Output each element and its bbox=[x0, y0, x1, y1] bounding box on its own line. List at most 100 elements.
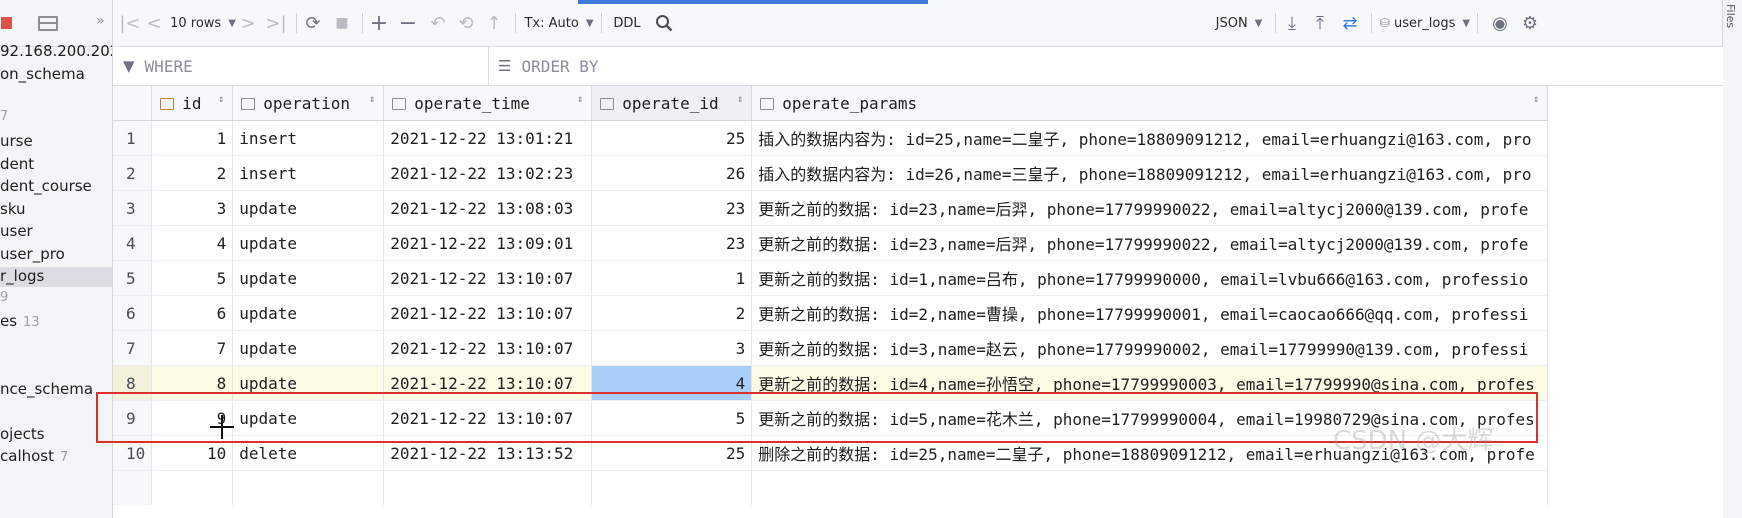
tree-item[interactable]: calhost 7 bbox=[0, 447, 68, 467]
chevrons-right-icon[interactable]: » bbox=[96, 13, 105, 29]
cell-operate-time[interactable]: 2021-12-22 13:01:21 bbox=[383, 120, 593, 156]
files-tab[interactable]: Files bbox=[1724, 4, 1737, 28]
download-icon[interactable]: ⤓ bbox=[1277, 0, 1307, 46]
table-row[interactable]: 1 1 insert 2021-12-22 13:01:21 25 插入的数据内容为: i… bbox=[113, 120, 1549, 156]
sort-icon[interactable]: ⇕ bbox=[577, 94, 583, 105]
row-number-cell[interactable]: 1 bbox=[113, 120, 153, 156]
cell-id[interactable]: 3 bbox=[151, 190, 234, 226]
last-page-icon[interactable]: >| bbox=[259, 0, 293, 46]
tree-item[interactable]: 9 bbox=[0, 290, 8, 310]
cell-operation[interactable]: delete bbox=[232, 435, 385, 471]
column-header-operate-params[interactable]: operate_params ⇕ bbox=[751, 86, 1549, 121]
cell-operate-time[interactable]: 2021-12-22 13:10:07 bbox=[383, 260, 593, 296]
table-row[interactable]: 5 5 update 2021-12-22 13:10:07 1 更新之前的数据: id=… bbox=[113, 260, 1549, 296]
row-number-cell[interactable]: 6 bbox=[113, 295, 153, 331]
view-icon[interactable]: ◉ bbox=[1485, 0, 1515, 46]
cell-operation[interactable]: insert bbox=[232, 155, 385, 191]
submit-icon[interactable]: ↑ bbox=[477, 0, 511, 46]
cell-operation[interactable]: update bbox=[232, 225, 385, 261]
where-filter[interactable]: ▼ WHERE bbox=[123, 47, 193, 85]
cell-id[interactable]: 2 bbox=[151, 155, 234, 191]
cell-operate-params[interactable]: 更新之前的数据: id=1,name=吕布, phone=17799990000… bbox=[751, 260, 1549, 296]
tree-item[interactable]: sku bbox=[0, 200, 26, 220]
row-number-cell[interactable]: 7 bbox=[113, 330, 153, 366]
cell-operate-params[interactable]: 更新之前的数据: id=3,name=赵云, phone=17799990002… bbox=[751, 330, 1549, 366]
cell-operate-time[interactable]: 2021-12-22 13:13:52 bbox=[383, 435, 593, 471]
tree-item[interactable]: ojects bbox=[0, 425, 45, 445]
cell-operate-time[interactable]: 2021-12-22 13:08:03 bbox=[383, 190, 593, 226]
table-view-icon[interactable] bbox=[38, 16, 58, 31]
row-number-cell[interactable]: 4 bbox=[113, 225, 153, 261]
row-number-cell[interactable]: 2 bbox=[113, 155, 153, 191]
row-number-cell[interactable]: 8 bbox=[113, 365, 153, 401]
table-row[interactable]: 8 8 update 2021-12-22 13:10:07 4 更新之前的数据: id=… bbox=[113, 365, 1549, 401]
cell-operate-id[interactable]: 25 bbox=[591, 120, 753, 156]
cell-operate-time[interactable]: 2021-12-22 13:10:07 bbox=[383, 330, 593, 366]
column-header-operate-id[interactable]: operate_id ⇕ bbox=[591, 86, 753, 121]
column-header-id[interactable]: id ⇕ bbox=[151, 86, 234, 121]
cell-operate-time[interactable]: 2021-12-22 13:02:23 bbox=[383, 155, 593, 191]
cell-operate-time[interactable]: 2021-12-22 13:10:07 bbox=[383, 365, 593, 401]
cell-operate-id[interactable]: 3 bbox=[591, 330, 753, 366]
cell-id[interactable]: 1 bbox=[151, 120, 234, 156]
row-number-cell[interactable]: 9 bbox=[113, 400, 153, 436]
table-row[interactable]: 2 2 insert 2021-12-22 13:02:23 26 插入的数据内容为: i… bbox=[113, 155, 1549, 191]
cell-operate-params[interactable]: 插入的数据内容为: id=26,name=三皇子, phone=18809091… bbox=[751, 155, 1549, 191]
stop-icon[interactable] bbox=[1, 17, 12, 29]
cell-id[interactable]: 10 bbox=[151, 435, 234, 471]
cell-operate-time[interactable]: 2021-12-22 13:10:07 bbox=[383, 400, 593, 436]
cell-operate-params[interactable]: 更新之前的数据: id=4,name=孙悟空, phone=1779999000… bbox=[751, 365, 1549, 401]
cell-operate-params[interactable]: 更新之前的数据: id=2,name=曹操, phone=17799990001… bbox=[751, 295, 1549, 331]
cell-operate-time[interactable]: 2021-12-22 13:09:01 bbox=[383, 225, 593, 261]
sort-icon[interactable]: ⇕ bbox=[369, 94, 375, 105]
cell-id[interactable]: 4 bbox=[151, 225, 234, 261]
table-selector-dropdown[interactable]: ⛁ user_logs ▼ bbox=[1379, 0, 1471, 46]
cell-operate-id[interactable]: 26 bbox=[591, 155, 753, 191]
cell-operate-time[interactable]: 2021-12-22 13:10:07 bbox=[383, 295, 593, 331]
sort-icon[interactable]: ⇕ bbox=[218, 94, 224, 105]
cell-id[interactable]: 5 bbox=[151, 260, 234, 296]
tree-item[interactable]: user bbox=[0, 222, 33, 242]
column-header-operation[interactable]: operation ⇕ bbox=[232, 86, 385, 121]
cell-operate-id[interactable]: 2 bbox=[591, 295, 753, 331]
table-row[interactable]: 4 4 update 2021-12-22 13:09:01 23 更新之前的数据: id… bbox=[113, 225, 1549, 261]
cell-operate-id[interactable]: 4 bbox=[591, 365, 753, 401]
upload-icon[interactable]: ⤒ bbox=[1305, 0, 1335, 46]
cell-operation[interactable]: insert bbox=[232, 120, 385, 156]
table-row[interactable]: 6 6 update 2021-12-22 13:10:07 2 更新之前的数据: id=… bbox=[113, 295, 1549, 331]
tree-item[interactable]: urse bbox=[0, 132, 33, 152]
cell-id[interactable]: 8 bbox=[151, 365, 234, 401]
cell-operate-params[interactable]: 插入的数据内容为: id=25,name=二皇子, phone=18809091… bbox=[751, 120, 1549, 156]
row-number-cell[interactable]: 5 bbox=[113, 260, 153, 296]
ddl-button[interactable]: DDL bbox=[611, 0, 643, 46]
stop-query-icon[interactable]: ■ bbox=[325, 0, 359, 46]
tree-item[interactable]: 92.168.200.202 bbox=[0, 42, 112, 62]
order-by-filter[interactable]: ☰ ORDER BY bbox=[498, 47, 599, 85]
output-format-dropdown[interactable]: JSON ▼ bbox=[1210, 0, 1268, 46]
cell-operate-id[interactable]: 1 bbox=[591, 260, 753, 296]
row-number-cell[interactable]: 3 bbox=[113, 190, 153, 226]
tree-item[interactable]: es 13 bbox=[0, 312, 40, 332]
tree-item[interactable]: nce_schema bbox=[0, 380, 93, 400]
tree-item[interactable]: user_pro bbox=[0, 245, 65, 265]
compare-icon[interactable]: ⇄ bbox=[1335, 0, 1365, 46]
cell-id[interactable]: 6 bbox=[151, 295, 234, 331]
cell-operate-id[interactable]: 23 bbox=[591, 225, 753, 261]
cell-operate-id[interactable]: 5 bbox=[591, 400, 753, 436]
search-icon[interactable] bbox=[649, 0, 679, 46]
cell-operation[interactable]: update bbox=[232, 190, 385, 226]
tree-item[interactable]: r_logs bbox=[0, 267, 112, 287]
gear-icon[interactable]: ⚙ bbox=[1515, 0, 1545, 46]
cell-operate-params[interactable]: 更新之前的数据: id=23,name=后羿, phone=1779999002… bbox=[751, 225, 1549, 261]
tree-item[interactable]: on_schema bbox=[0, 65, 85, 85]
row-number-cell[interactable]: 10 bbox=[113, 435, 153, 471]
table-row[interactable]: 7 7 update 2021-12-22 13:10:07 3 更新之前的数据: id=… bbox=[113, 330, 1549, 366]
transaction-mode-dropdown[interactable]: Tx: Auto ▼ bbox=[523, 0, 595, 46]
sort-icon[interactable]: ⇕ bbox=[1533, 94, 1539, 105]
cell-operate-id[interactable]: 25 bbox=[591, 435, 753, 471]
cell-operation[interactable]: update bbox=[232, 330, 385, 366]
table-row[interactable]: 3 3 update 2021-12-22 13:08:03 23 更新之前的数据: id… bbox=[113, 190, 1549, 226]
cell-operation[interactable]: update bbox=[232, 260, 385, 296]
cell-operation[interactable]: update bbox=[232, 295, 385, 331]
tree-item[interactable]: dent bbox=[0, 155, 34, 175]
